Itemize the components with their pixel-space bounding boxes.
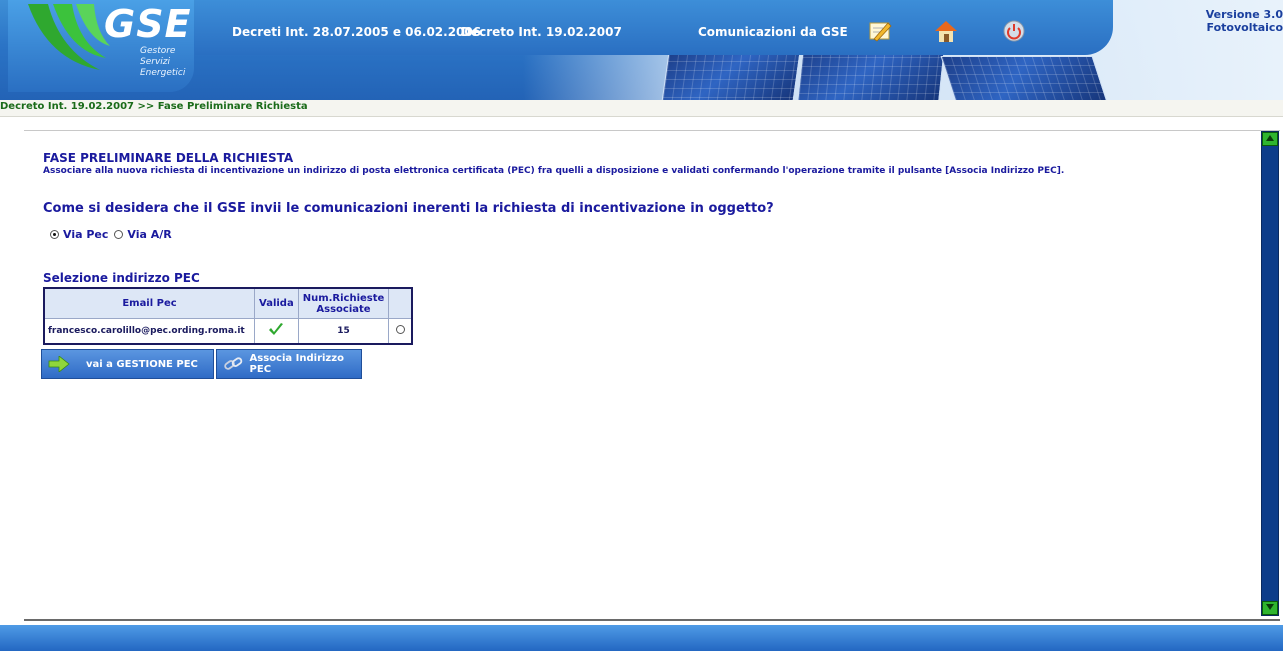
checkmark-icon — [269, 322, 284, 335]
breadcrumb-text: Decreto Int. 19.02.2007 >> Fase Prelimin… — [0, 101, 308, 112]
solar-panel-image — [797, 48, 945, 100]
gse-logo[interactable]: GSE Gestore Servizi Energetici — [8, 0, 194, 92]
version-number: Versione 3.0 — [1205, 8, 1283, 21]
gestione-pec-button-label: vai a GESTIONE PEC — [86, 358, 198, 370]
radio-via-ar-label[interactable]: Via A/R — [127, 228, 171, 241]
associa-pec-button[interactable]: Associa Indirizzo PEC — [216, 349, 362, 379]
page-description: Associare alla nuova richiesta di incent… — [43, 166, 1065, 176]
gestione-pec-button[interactable]: vai a GESTIONE PEC — [41, 349, 214, 379]
write-icon[interactable] — [866, 17, 894, 45]
breadcrumb: Decreto Int. 19.02.2007 >> Fase Prelimin… — [0, 100, 1283, 117]
vertical-scrollbar[interactable] — [1261, 131, 1279, 616]
column-header-select — [388, 287, 413, 319]
table-header-row: Email Pec Valida Num.Richieste Associate — [43, 287, 413, 319]
solar-panel-image — [661, 52, 801, 100]
arrow-right-icon — [48, 356, 70, 372]
app-header: GSE Gestore Servizi Energetici Decreti I… — [0, 0, 1283, 100]
nav-link-decreti-2005-2006[interactable]: Decreti Int. 28.07.2005 e 06.02.2006 — [232, 25, 481, 39]
scroll-up-arrow-icon — [1266, 135, 1274, 141]
page-title: FASE PRELIMINARE DELLA RICHIESTA — [43, 151, 294, 165]
radio-via-pec-label[interactable]: Via Pec — [63, 228, 108, 241]
scroll-down-arrow-icon — [1266, 604, 1274, 610]
cell-select[interactable] — [388, 318, 413, 345]
delivery-question: Come si desidera che il GSE invii le com… — [43, 201, 774, 216]
nav-link-comunicazioni[interactable]: Comunicazioni da GSE — [698, 25, 848, 39]
column-header-email: Email Pec — [43, 287, 255, 319]
solar-panel-image — [940, 56, 1108, 100]
column-header-valida: Valida — [254, 287, 299, 319]
version-product: Fotovoltaico — [1206, 21, 1283, 34]
version-label: Versione 3.0 Fotovoltaico — [1206, 8, 1283, 34]
table-row[interactable]: francesco.carolillo@pec.ording.roma.it 1… — [43, 318, 413, 345]
column-header-num-richieste: Num.Richieste Associate — [297, 287, 390, 319]
radio-via-pec[interactable] — [50, 230, 59, 239]
delivery-radio-group: Via Pec Via A/R — [50, 228, 172, 241]
logo-sub-line: Servizi — [140, 57, 171, 67]
logo-sub-line: Energetici — [140, 68, 186, 78]
power-icon[interactable] — [1000, 17, 1028, 45]
scroll-up-button[interactable] — [1262, 132, 1278, 146]
scroll-down-button[interactable] — [1262, 601, 1278, 615]
link-icon — [224, 357, 243, 370]
app-footer — [0, 625, 1283, 651]
nav-link-decreto-2007[interactable]: Decreto Int. 19.02.2007 — [461, 25, 622, 39]
row-select-radio[interactable] — [395, 325, 405, 334]
cell-count: 15 — [297, 318, 390, 345]
radio-via-ar[interactable] — [114, 230, 124, 239]
cell-email: francesco.carolillo@pec.ording.roma.it — [43, 318, 255, 345]
logo-sub-line: Gestore — [140, 46, 176, 56]
associa-pec-button-label: Associa Indirizzo PEC — [249, 353, 344, 375]
cell-valida — [254, 318, 299, 345]
pec-section-title: Selezione indirizzo PEC — [43, 271, 200, 285]
home-icon[interactable] — [932, 17, 960, 45]
logo-text: GSE — [104, 2, 192, 46]
pec-table: Email Pec Valida Num.Richieste Associate… — [43, 287, 414, 345]
